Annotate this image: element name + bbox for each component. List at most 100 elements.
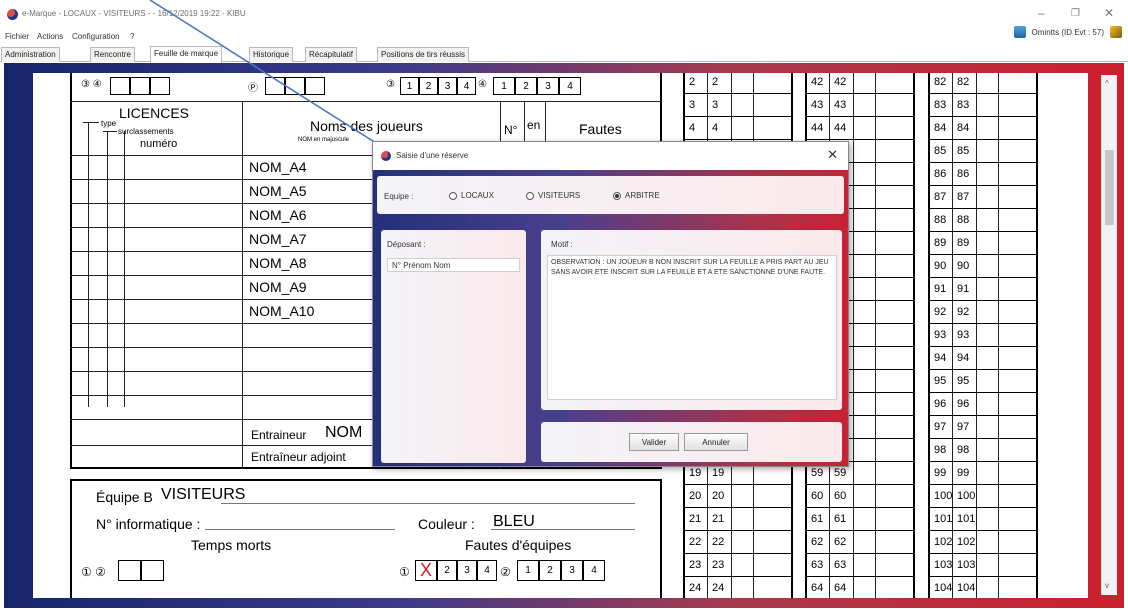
menu-actions[interactable]: Actions [37, 32, 63, 41]
score-value: 83 [934, 99, 947, 111]
score-row[interactable]: 20 20 [685, 485, 791, 508]
foul-cell: 3 [537, 77, 559, 95]
score-row[interactable]: 23 23 [685, 554, 791, 577]
minimize-icon[interactable]: – [1038, 6, 1045, 20]
score-value: 85 [934, 145, 947, 157]
radio-arbitre[interactable]: ARBITRE [613, 191, 660, 200]
maximize-icon[interactable]: ❐ [1071, 8, 1080, 19]
tab-recapitulatif[interactable]: Récapitulatif [305, 47, 358, 62]
scroll-down-icon[interactable]: v [1105, 581, 1109, 590]
score-value: 43 [834, 99, 847, 111]
score-value: 22 [689, 536, 702, 548]
deposant-panel: Déposant : N° Prénom Nom [381, 230, 526, 463]
user-icon[interactable] [1013, 26, 1026, 38]
foul-cell: 1 [517, 560, 539, 581]
score-row[interactable]: 96 96 [930, 393, 1036, 416]
valider-button[interactable]: Valider [629, 433, 679, 451]
player-name[interactable]: NOM_A4 [249, 159, 307, 175]
score-row[interactable]: 61 61 [807, 508, 913, 531]
equipe-b-value[interactable]: VISITEURS [161, 486, 245, 504]
score-row[interactable]: 22 22 [685, 531, 791, 554]
logout-icon[interactable] [1110, 26, 1122, 38]
score-row[interactable]: 42 42 [807, 73, 913, 94]
player-name[interactable]: NOM_A10 [249, 303, 314, 319]
radio-locaux-dot[interactable] [449, 191, 457, 200]
score-row[interactable]: 95 95 [930, 370, 1036, 393]
score-row[interactable]: 21 21 [685, 508, 791, 531]
score-row[interactable]: 83 83 [930, 94, 1036, 117]
score-row[interactable]: 88 88 [930, 209, 1036, 232]
scroll-up-icon[interactable]: ^ [1105, 79, 1109, 88]
player-name[interactable]: NOM_A5 [249, 183, 307, 199]
q3-mark: ③ [386, 79, 395, 90]
foul-cell: 4 [559, 77, 581, 95]
score-row[interactable]: 90 90 [930, 255, 1036, 278]
entraineur-value[interactable]: NOM [325, 424, 362, 442]
score-row[interactable]: 103 103 [930, 554, 1036, 577]
score-row[interactable]: 24 24 [685, 577, 791, 598]
radio-visiteurs-dot[interactable] [526, 191, 534, 200]
score-row[interactable]: 84 84 [930, 117, 1036, 140]
score-row[interactable]: 97 97 [930, 416, 1036, 439]
score-row[interactable]: 44 [685, 117, 791, 140]
score-row[interactable]: 101 101 [930, 508, 1036, 531]
annuler-button[interactable]: Annuler [684, 433, 748, 451]
score-row[interactable]: 89 89 [930, 232, 1036, 255]
dialog-app-icon [381, 151, 391, 161]
score-row[interactable]: 82 82 [930, 73, 1036, 94]
radio-arbitre-dot[interactable] [613, 191, 621, 200]
close-icon[interactable]: ✕ [1104, 6, 1114, 20]
score-value: 44 [834, 122, 847, 134]
score-value: 59 [811, 467, 824, 479]
score-row[interactable]: 93 93 [930, 324, 1036, 347]
score-row[interactable]: 98 98 [930, 439, 1036, 462]
score-row[interactable]: 63 63 [807, 554, 913, 577]
score-row[interactable]: 100 100 [930, 485, 1036, 508]
radio-locaux[interactable]: LOCAUX [449, 191, 494, 200]
score-value: 23 [712, 559, 725, 571]
score-value: 19 [689, 467, 702, 479]
score-value: 19 [712, 467, 725, 479]
score-row[interactable]: 43 43 [807, 94, 913, 117]
menu-configuration[interactable]: Configuration [72, 32, 120, 41]
menu-fichier[interactable]: Fichier [5, 32, 29, 41]
score-row[interactable]: 44 44 [807, 117, 913, 140]
divider [107, 131, 108, 407]
score-row[interactable]: 92 92 [930, 301, 1036, 324]
licences-title: LICENCES [119, 105, 190, 121]
score-row[interactable]: 64 64 [807, 577, 913, 598]
score-row[interactable]: 104 104 [930, 577, 1036, 598]
score-row[interactable]: 99 99 [930, 462, 1036, 485]
score-row[interactable]: 85 85 [930, 140, 1036, 163]
dialog-close-icon[interactable]: ✕ [827, 147, 838, 163]
player-name[interactable]: NOM_A7 [249, 231, 307, 247]
score-row[interactable]: 91 91 [930, 278, 1036, 301]
score-value: 2 [712, 76, 719, 88]
score-row[interactable]: 60 60 [807, 485, 913, 508]
tab-administration[interactable]: Administration [1, 47, 60, 62]
tab-feuille-de-marque[interactable]: Feuille de marque [150, 46, 223, 63]
tab-rencontre[interactable]: Rencontre [90, 47, 135, 62]
deposant-list-item[interactable]: N° Prénom Nom [387, 258, 520, 272]
divider [83, 122, 99, 123]
score-row[interactable]: 87 87 [930, 186, 1036, 209]
vertical-scrollbar[interactable]: ^ v [1101, 75, 1117, 595]
score-row[interactable]: 102 102 [930, 531, 1036, 554]
motif-panel: Motif : OBSERVATION : UN JOUEUR B NON IN… [541, 230, 842, 410]
tab-positions-tirs[interactable]: Positions de tirs réussis [377, 47, 470, 62]
tab-historique[interactable]: Historique [249, 47, 294, 62]
score-row[interactable]: 86 86 [930, 163, 1036, 186]
timeout-marks-b: ① ② [81, 565, 106, 579]
player-name[interactable]: NOM_A9 [249, 279, 307, 295]
player-name[interactable]: NOM_A8 [249, 255, 307, 271]
radio-visiteurs[interactable]: VISITEURS [526, 191, 580, 200]
scroll-thumb[interactable] [1105, 150, 1114, 225]
score-row[interactable]: 62 62 [807, 531, 913, 554]
motif-textarea[interactable]: OBSERVATION : UN JOUEUR B NON INSCRIT SU… [547, 255, 837, 400]
menu-help[interactable]: ? [130, 32, 134, 41]
score-row[interactable]: 94 94 [930, 347, 1036, 370]
score-row[interactable]: 22 [685, 73, 791, 94]
score-row[interactable]: 33 [685, 94, 791, 117]
score-value: 94 [957, 352, 970, 364]
player-name[interactable]: NOM_A6 [249, 207, 307, 223]
